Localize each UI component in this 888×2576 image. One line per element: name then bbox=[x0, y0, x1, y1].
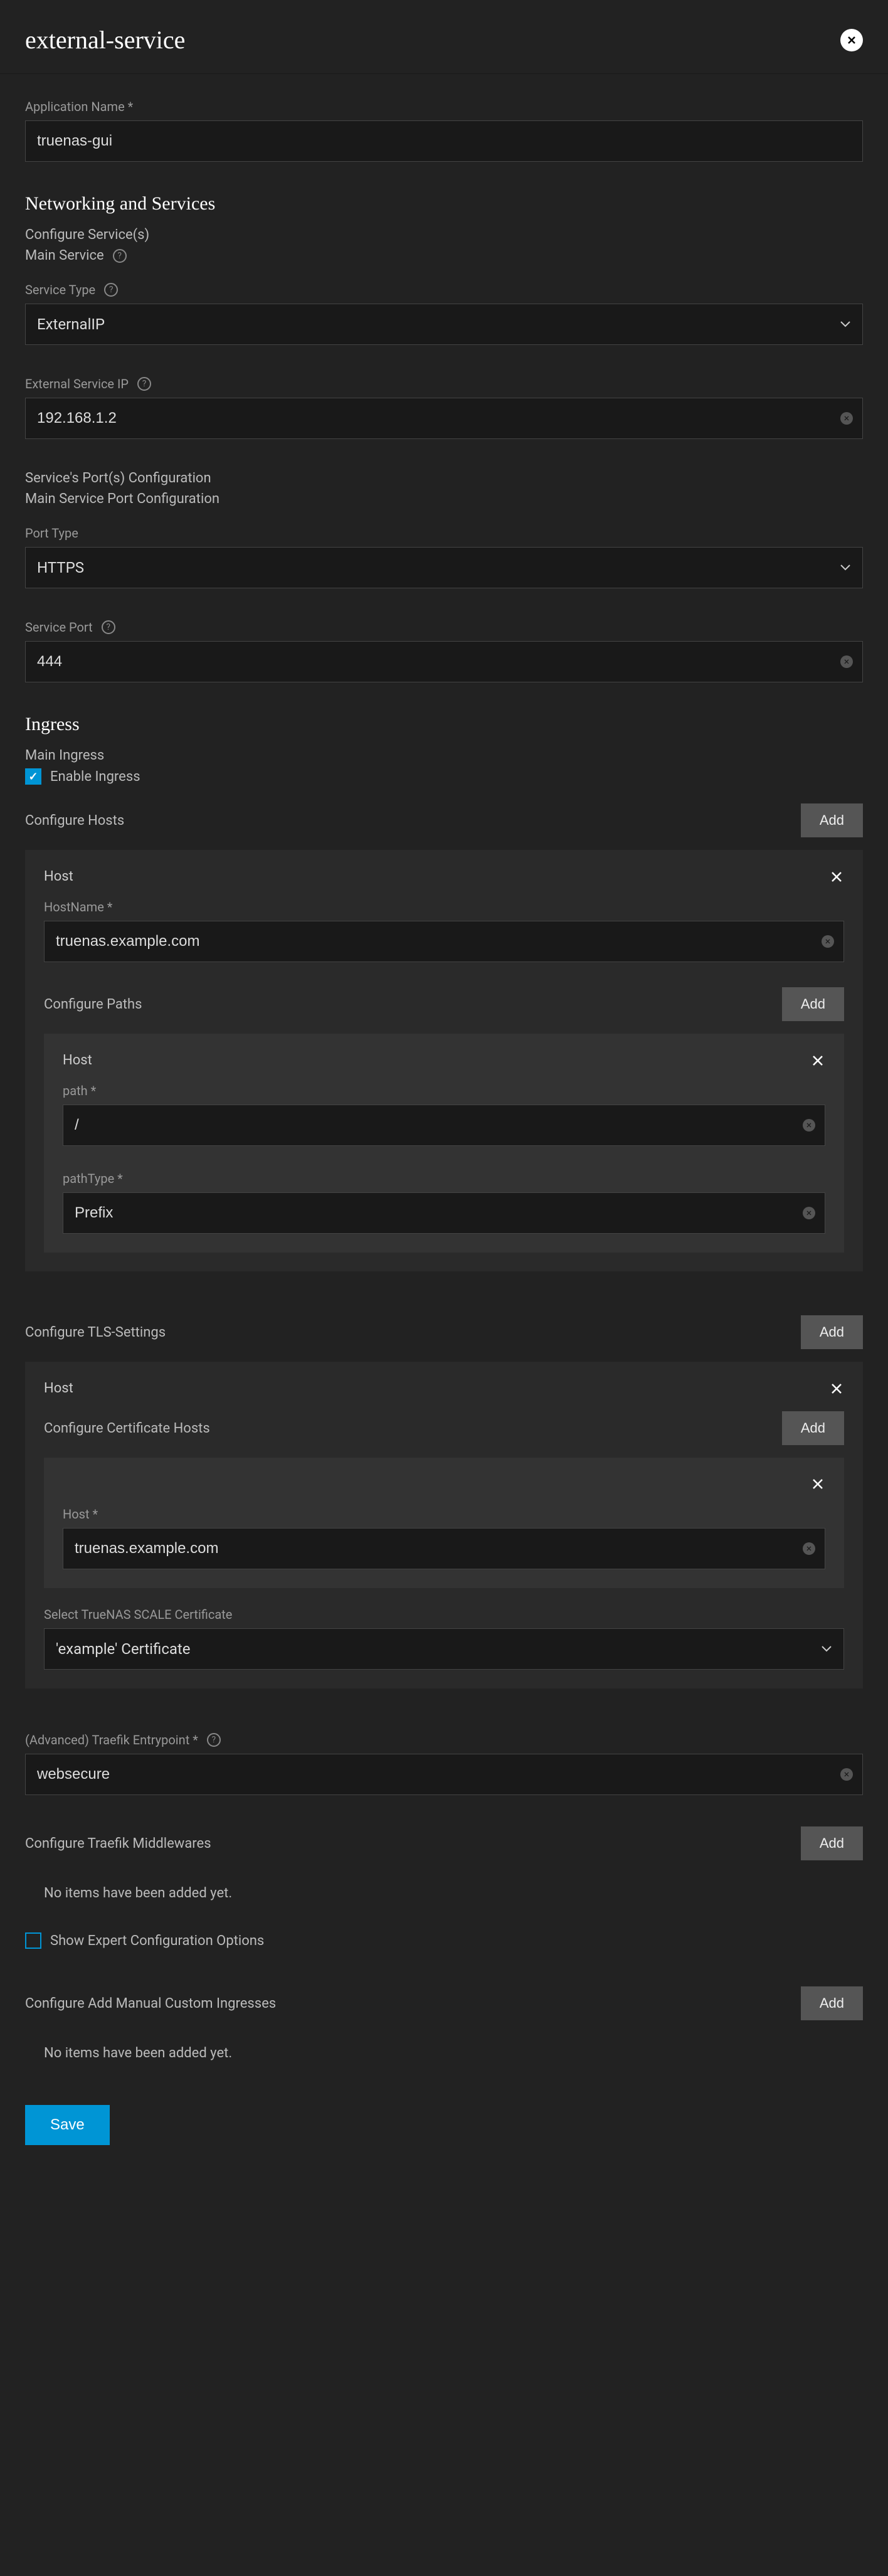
service-type-label: Service Type bbox=[25, 282, 95, 297]
no-custom-ingresses-text: No items have been added yet. bbox=[25, 2033, 863, 2074]
clear-icon[interactable] bbox=[803, 1207, 815, 1219]
hostname-input[interactable] bbox=[44, 921, 844, 962]
configure-hosts-label: Configure Hosts bbox=[25, 813, 124, 829]
hostname-label: HostName * bbox=[44, 899, 844, 914]
host-card-title: Host bbox=[44, 869, 73, 884]
configure-services-text: Configure Service(s) bbox=[25, 227, 863, 243]
ports-config-text: Service's Port(s) Configuration bbox=[25, 470, 863, 486]
configure-paths-label: Configure Paths bbox=[44, 997, 142, 1012]
pathtype-input[interactable] bbox=[63, 1192, 825, 1234]
networking-title: Networking and Services bbox=[25, 193, 863, 215]
close-icon[interactable] bbox=[829, 869, 844, 884]
add-custom-ingress-button[interactable]: Add bbox=[801, 1986, 863, 2020]
configure-cert-hosts-label: Configure Certificate Hosts bbox=[44, 1421, 210, 1436]
close-button[interactable] bbox=[840, 29, 863, 51]
configure-tls-label: Configure TLS-Settings bbox=[25, 1325, 166, 1340]
external-ip-label: External Service IP bbox=[25, 376, 129, 391]
header: external-service bbox=[0, 0, 888, 74]
add-middleware-button[interactable]: Add bbox=[801, 1826, 863, 1860]
enable-ingress-label: Enable Ingress bbox=[50, 769, 140, 785]
help-icon[interactable]: ? bbox=[137, 377, 151, 391]
app-name-label: Application Name * bbox=[25, 99, 863, 114]
help-icon[interactable]: ? bbox=[104, 283, 118, 297]
service-type-select[interactable]: ExternalIP bbox=[25, 304, 863, 345]
expert-config-checkbox[interactable] bbox=[25, 1932, 41, 1949]
add-path-button[interactable]: Add bbox=[782, 987, 844, 1021]
clear-icon[interactable] bbox=[840, 412, 853, 425]
main-port-config-text: Main Service Port Configuration bbox=[25, 491, 863, 507]
main-service-text: Main Service bbox=[25, 248, 104, 263]
service-port-input[interactable] bbox=[25, 641, 863, 682]
cert-host-label: Host * bbox=[63, 1507, 825, 1522]
main-ingress-text: Main Ingress bbox=[25, 748, 863, 763]
configure-middlewares-label: Configure Traefik Middlewares bbox=[25, 1836, 211, 1852]
save-button[interactable]: Save bbox=[25, 2105, 110, 2145]
external-ip-input[interactable] bbox=[25, 398, 863, 439]
app-name-input[interactable] bbox=[25, 120, 863, 162]
select-cert-label: Select TrueNAS SCALE Certificate bbox=[44, 1607, 844, 1622]
path-label: path * bbox=[63, 1083, 825, 1098]
close-icon[interactable] bbox=[810, 1053, 825, 1068]
ingress-title: Ingress bbox=[25, 714, 863, 735]
cert-host-input[interactable] bbox=[63, 1528, 825, 1569]
add-cert-host-button[interactable]: Add bbox=[782, 1411, 844, 1445]
clear-icon[interactable] bbox=[803, 1119, 815, 1132]
help-icon[interactable]: ? bbox=[113, 249, 127, 263]
no-middlewares-text: No items have been added yet. bbox=[25, 1873, 863, 1914]
help-icon[interactable]: ? bbox=[207, 1733, 221, 1747]
path-input[interactable] bbox=[63, 1105, 825, 1146]
clear-icon[interactable] bbox=[803, 1542, 815, 1555]
service-port-label: Service Port bbox=[25, 620, 93, 635]
pathtype-label: pathType * bbox=[63, 1171, 825, 1186]
tls-card-title: Host bbox=[44, 1381, 73, 1396]
add-host-button[interactable]: Add bbox=[801, 803, 863, 837]
close-icon bbox=[845, 34, 858, 46]
traefik-entrypoint-input[interactable] bbox=[25, 1754, 863, 1795]
help-icon[interactable]: ? bbox=[102, 620, 115, 634]
enable-ingress-checkbox[interactable] bbox=[25, 768, 41, 785]
custom-ingresses-label: Configure Add Manual Custom Ingresses bbox=[25, 1996, 276, 2012]
port-type-select[interactable]: HTTPS bbox=[25, 547, 863, 588]
clear-icon[interactable] bbox=[840, 1768, 853, 1781]
tls-card: Host Configure Certificate Hosts Add Hos… bbox=[25, 1362, 863, 1688]
expert-config-label: Show Expert Configuration Options bbox=[50, 1933, 264, 1949]
clear-icon[interactable] bbox=[822, 935, 834, 948]
cert-select[interactable]: 'example' Certificate bbox=[44, 1628, 844, 1670]
add-tls-button[interactable]: Add bbox=[801, 1315, 863, 1349]
path-card-title: Host bbox=[63, 1052, 92, 1068]
traefik-entrypoint-label: (Advanced) Traefik Entrypoint * bbox=[25, 1732, 198, 1747]
close-icon[interactable] bbox=[810, 1476, 825, 1492]
cert-host-card: Host * bbox=[44, 1458, 844, 1588]
page-title: external-service bbox=[25, 25, 185, 55]
close-icon[interactable] bbox=[829, 1381, 844, 1396]
clear-icon[interactable] bbox=[840, 655, 853, 668]
host-card: Host HostName * Configure Paths Add Host… bbox=[25, 850, 863, 1271]
port-type-label: Port Type bbox=[25, 526, 863, 541]
path-card: Host path * pathType * bbox=[44, 1034, 844, 1253]
